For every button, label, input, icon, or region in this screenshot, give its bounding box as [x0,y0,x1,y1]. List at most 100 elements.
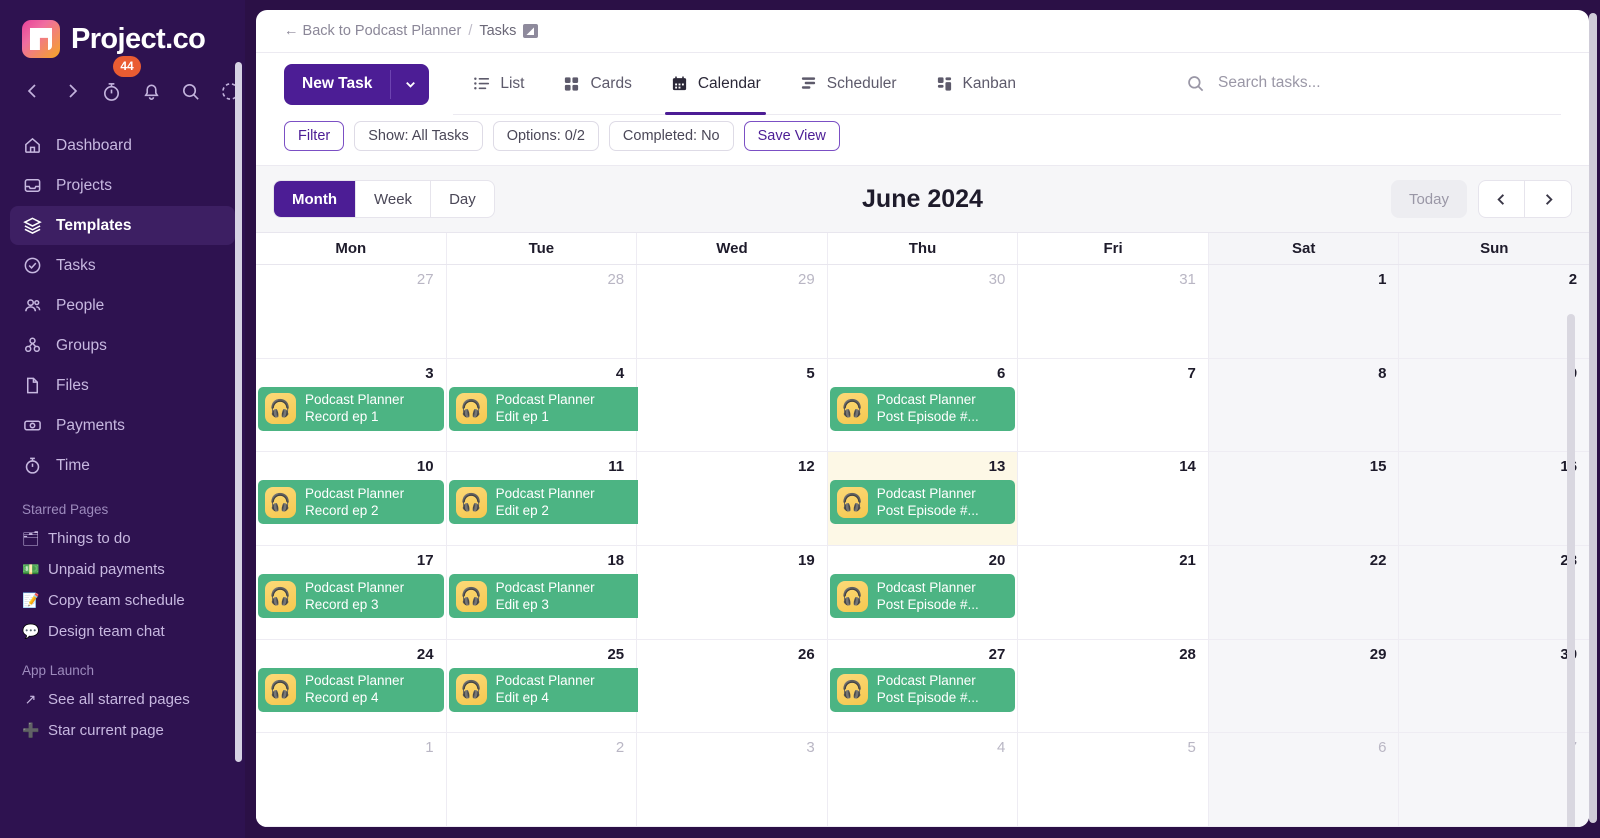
chevron-down-icon[interactable] [391,64,429,105]
calendar-event[interactable]: 🎧Podcast PlannerEdit ep 3 [449,574,639,618]
search-icon[interactable] [176,74,206,108]
calendar-day-cell[interactable]: 7 [1399,733,1589,826]
calendar-day-cell[interactable]: 19 [637,546,828,639]
bell-icon[interactable] [137,74,167,108]
back-icon[interactable] [18,74,48,108]
calendar-day-cell[interactable]: 30 [828,265,1019,358]
calendar-event[interactable]: 🎧Podcast PlannerPost Episode #... [830,387,1016,431]
tab-scheduler[interactable]: Scheduler [780,53,916,115]
sidebar-item-tasks[interactable]: Tasks [10,246,235,285]
options-filter-chip[interactable]: Options: 0/2 [493,121,599,151]
calendar-day-cell[interactable]: 11🎧Podcast PlannerEdit ep 2 [447,452,638,545]
new-task-button[interactable]: New Task [284,64,429,105]
see-all-starred-pages-button[interactable]: ↗ See all starred pages [0,684,245,715]
calendar-day-cell[interactable]: 4🎧Podcast PlannerEdit ep 1 [447,359,638,452]
sidebar-item-time[interactable]: Time [10,446,235,485]
calendar-day-cell[interactable]: 25🎧Podcast PlannerEdit ep 4 [447,640,638,733]
calendar-day-cell[interactable]: 21 [1018,546,1209,639]
starred-item-unpaid-payments[interactable]: 💵 Unpaid payments [0,554,245,585]
forward-icon[interactable] [58,74,88,108]
calendar-day-cell[interactable]: 23 [1399,546,1589,639]
timer-icon[interactable] [97,74,127,108]
view-week-button[interactable]: Week [356,181,431,217]
calendar-day-cell[interactable]: 28 [1018,640,1209,733]
calendar-day-cell[interactable]: 26 [637,640,828,733]
calendar-day-cell[interactable]: 10🎧Podcast PlannerRecord ep 2 [256,452,447,545]
calendar-day-cell[interactable]: 5 [1018,733,1209,826]
completed-filter-chip[interactable]: Completed: No [609,121,734,151]
sidebar-item-groups[interactable]: Groups [10,326,235,365]
prev-month-button[interactable] [1479,181,1525,217]
calendar-day-cell[interactable]: 15 [1209,452,1400,545]
sidebar-item-templates[interactable]: Templates [10,206,235,245]
view-day-button[interactable]: Day [431,181,494,217]
next-month-button[interactable] [1525,181,1571,217]
calendar-event[interactable]: 🎧Podcast PlannerEdit ep 4 [449,668,639,712]
filter-button[interactable]: Filter [284,121,344,151]
calendar-day-cell[interactable]: 16 [1399,452,1589,545]
sidebar-item-dashboard[interactable]: Dashboard [10,126,235,165]
calendar-day-cell[interactable]: 1 [256,733,447,826]
calendar-day-cell[interactable]: 20🎧Podcast PlannerPost Episode #... [828,546,1019,639]
calendar-event[interactable]: 🎧Podcast PlannerRecord ep 1 [258,387,444,431]
calendar-day-cell[interactable]: 27 [256,265,447,358]
page-scrollbar[interactable] [1589,13,1597,823]
calendar-day-cell[interactable]: 22 [1209,546,1400,639]
calendar-day-cell[interactable]: 28 [447,265,638,358]
calendar-day-cell[interactable]: 31 [1018,265,1209,358]
calendar-event[interactable]: 🎧Podcast PlannerPost Episode #... [830,668,1016,712]
show-filter-chip[interactable]: Show: All Tasks [354,121,482,151]
calendar-event[interactable]: 🎧Podcast PlannerRecord ep 4 [258,668,444,712]
calendar-event[interactable]: 🎧Podcast PlannerRecord ep 2 [258,480,444,524]
expand-panel-icon[interactable] [523,24,538,38]
calendar-scrollbar[interactable] [1567,314,1575,827]
calendar-day-cell[interactable]: 27🎧Podcast PlannerPost Episode #... [828,640,1019,733]
sidebar-item-files[interactable]: Files [10,366,235,405]
calendar-day-cell[interactable]: 2 [1399,265,1589,358]
search-tasks[interactable]: Search tasks... [1186,53,1561,115]
calendar-day-cell[interactable]: 17🎧Podcast PlannerRecord ep 3 [256,546,447,639]
calendar-day-cell[interactable]: 4 [828,733,1019,826]
calendar-day-cell[interactable]: 8 [1209,359,1400,452]
sidebar-item-payments[interactable]: Payments [10,406,235,445]
back-to-project-link[interactable]: ← Back to Podcast Planner [284,23,461,39]
sidebar-scrollbar[interactable] [235,62,242,762]
tab-cards[interactable]: Cards [543,53,650,115]
calendar-day-cell[interactable]: 24🎧Podcast PlannerRecord ep 4 [256,640,447,733]
calendar-event[interactable]: 🎧Podcast PlannerPost Episode #... [830,480,1016,524]
brand[interactable]: Project.co [0,0,245,58]
calendar-day-cell[interactable]: 29 [1209,640,1400,733]
calendar-day-cell[interactable]: 12 [637,452,828,545]
calendar-day-cell[interactable]: 1 [1209,265,1400,358]
calendar-day-cell[interactable]: 3🎧Podcast PlannerRecord ep 1 [256,359,447,452]
calendar-day-cell[interactable]: 5 [637,359,828,452]
starred-item-design-team-chat[interactable]: 💬 Design team chat [0,616,245,647]
sidebar-item-people[interactable]: People [10,286,235,325]
today-button[interactable]: Today [1391,180,1467,218]
calendar-day-cell[interactable]: 7 [1018,359,1209,452]
calendar-event[interactable]: 🎧Podcast PlannerPost Episode #... [830,574,1016,618]
calendar-day-cell[interactable]: 9 [1399,359,1589,452]
calendar-event[interactable]: 🎧Podcast PlannerRecord ep 3 [258,574,444,618]
calendar-event[interactable]: 🎧Podcast PlannerEdit ep 1 [449,387,639,431]
project-logo-icon [22,20,60,58]
calendar-day-cell[interactable]: 14 [1018,452,1209,545]
calendar-day-cell[interactable]: 18🎧Podcast PlannerEdit ep 3 [447,546,638,639]
sidebar-item-projects[interactable]: Projects [10,166,235,205]
calendar-day-cell[interactable]: 6 [1209,733,1400,826]
tab-list[interactable]: List [453,53,543,115]
calendar-day-cell[interactable]: 2 [447,733,638,826]
starred-item-copy-team-schedule[interactable]: 📝 Copy team schedule [0,585,245,616]
save-view-button[interactable]: Save View [744,121,840,151]
calendar-day-cell[interactable]: 6🎧Podcast PlannerPost Episode #... [828,359,1019,452]
calendar-day-cell[interactable]: 13🎧Podcast PlannerPost Episode #... [828,452,1019,545]
calendar-event[interactable]: 🎧Podcast PlannerEdit ep 2 [449,480,639,524]
calendar-day-cell[interactable]: 29 [637,265,828,358]
star-current-page-button[interactable]: ➕ Star current page [0,715,245,746]
calendar-day-cell[interactable]: 3 [637,733,828,826]
tab-kanban[interactable]: Kanban [916,53,1035,115]
starred-item-things-to-do[interactable]: 🗂 Things to do [0,523,245,554]
calendar-day-cell[interactable]: 30 [1399,640,1589,733]
view-month-button[interactable]: Month [274,181,356,217]
tab-calendar[interactable]: Calendar [651,53,780,115]
